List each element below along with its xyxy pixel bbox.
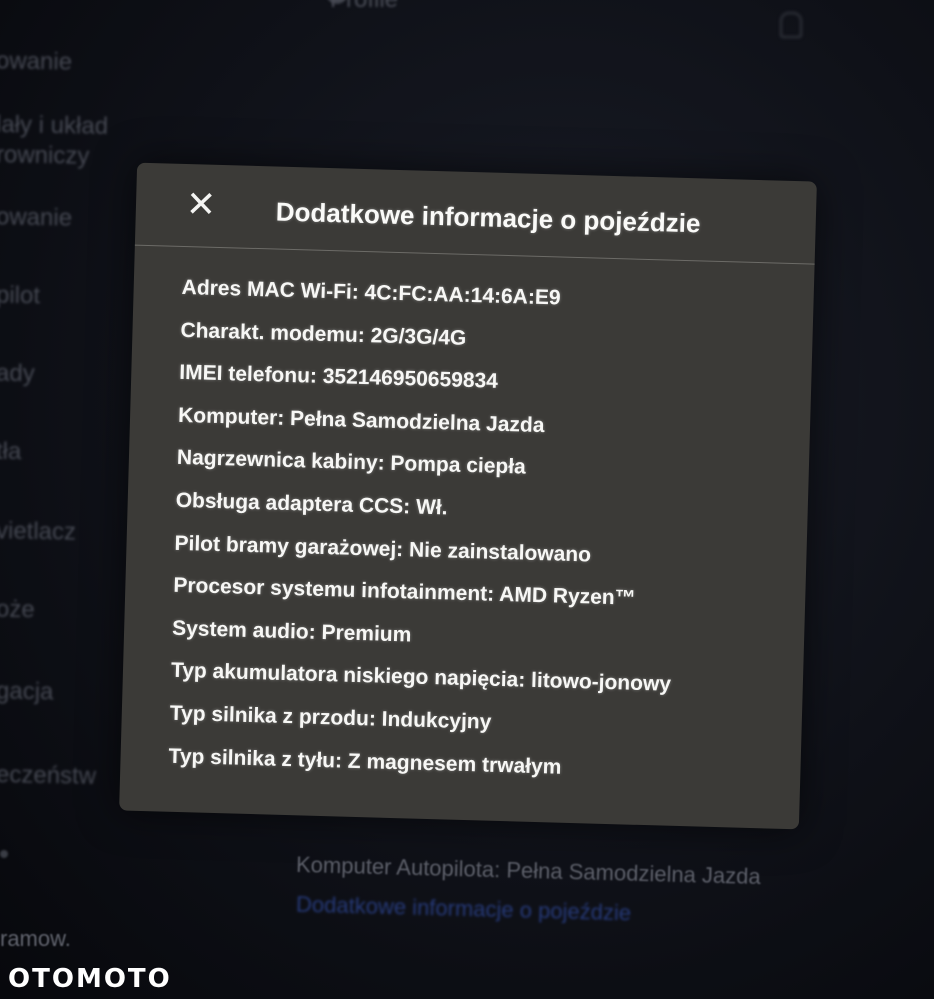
modal-title: Dodatkowe informacje o pojeździe xyxy=(275,196,701,239)
sidebar-item[interactable]: rowniczy xyxy=(0,141,90,171)
lock-icon xyxy=(780,12,802,38)
sidebar-item[interactable]: ady xyxy=(0,360,35,389)
close-icon[interactable]: ✕ xyxy=(184,184,219,226)
sidebar-item[interactable]: eczeństw xyxy=(0,761,96,791)
sidebar-item[interactable]: owanie xyxy=(0,203,72,232)
modal-divider xyxy=(134,244,815,265)
background-header-title: Profile xyxy=(330,0,398,14)
sidebar-item[interactable]: owanie xyxy=(0,47,72,76)
otomoto-watermark: OTOMOTO xyxy=(8,964,172,994)
sidebar-item[interactable]: oże xyxy=(0,596,35,625)
sidebar-item[interactable]: tła xyxy=(0,438,22,466)
sidebar-item[interactable]: lały i układ xyxy=(0,111,108,141)
info-list: Adres MAC Wi-Fi: 4C:FC:AA:14:6A:E9 Chara… xyxy=(168,276,782,804)
sidebar-dot-icon xyxy=(0,850,8,858)
vehicle-info-modal: ✕ Dodatkowe informacje o pojeździe Adres… xyxy=(119,162,817,830)
additional-info-link[interactable]: Dodatkowe informacje o pojeździe xyxy=(296,892,632,927)
autopilot-computer-text: Komputer Autopilota: Pełna Samodzielna J… xyxy=(295,851,762,890)
screen: Profile owanie lały i układ rowniczy owa… xyxy=(0,0,934,999)
sidebar-item[interactable]: pilot xyxy=(0,282,40,311)
sidebar-item[interactable]: gacja xyxy=(0,678,54,707)
sidebar-item[interactable]: vietlacz xyxy=(0,517,76,546)
background-bottom-text: ramow. xyxy=(0,926,71,951)
